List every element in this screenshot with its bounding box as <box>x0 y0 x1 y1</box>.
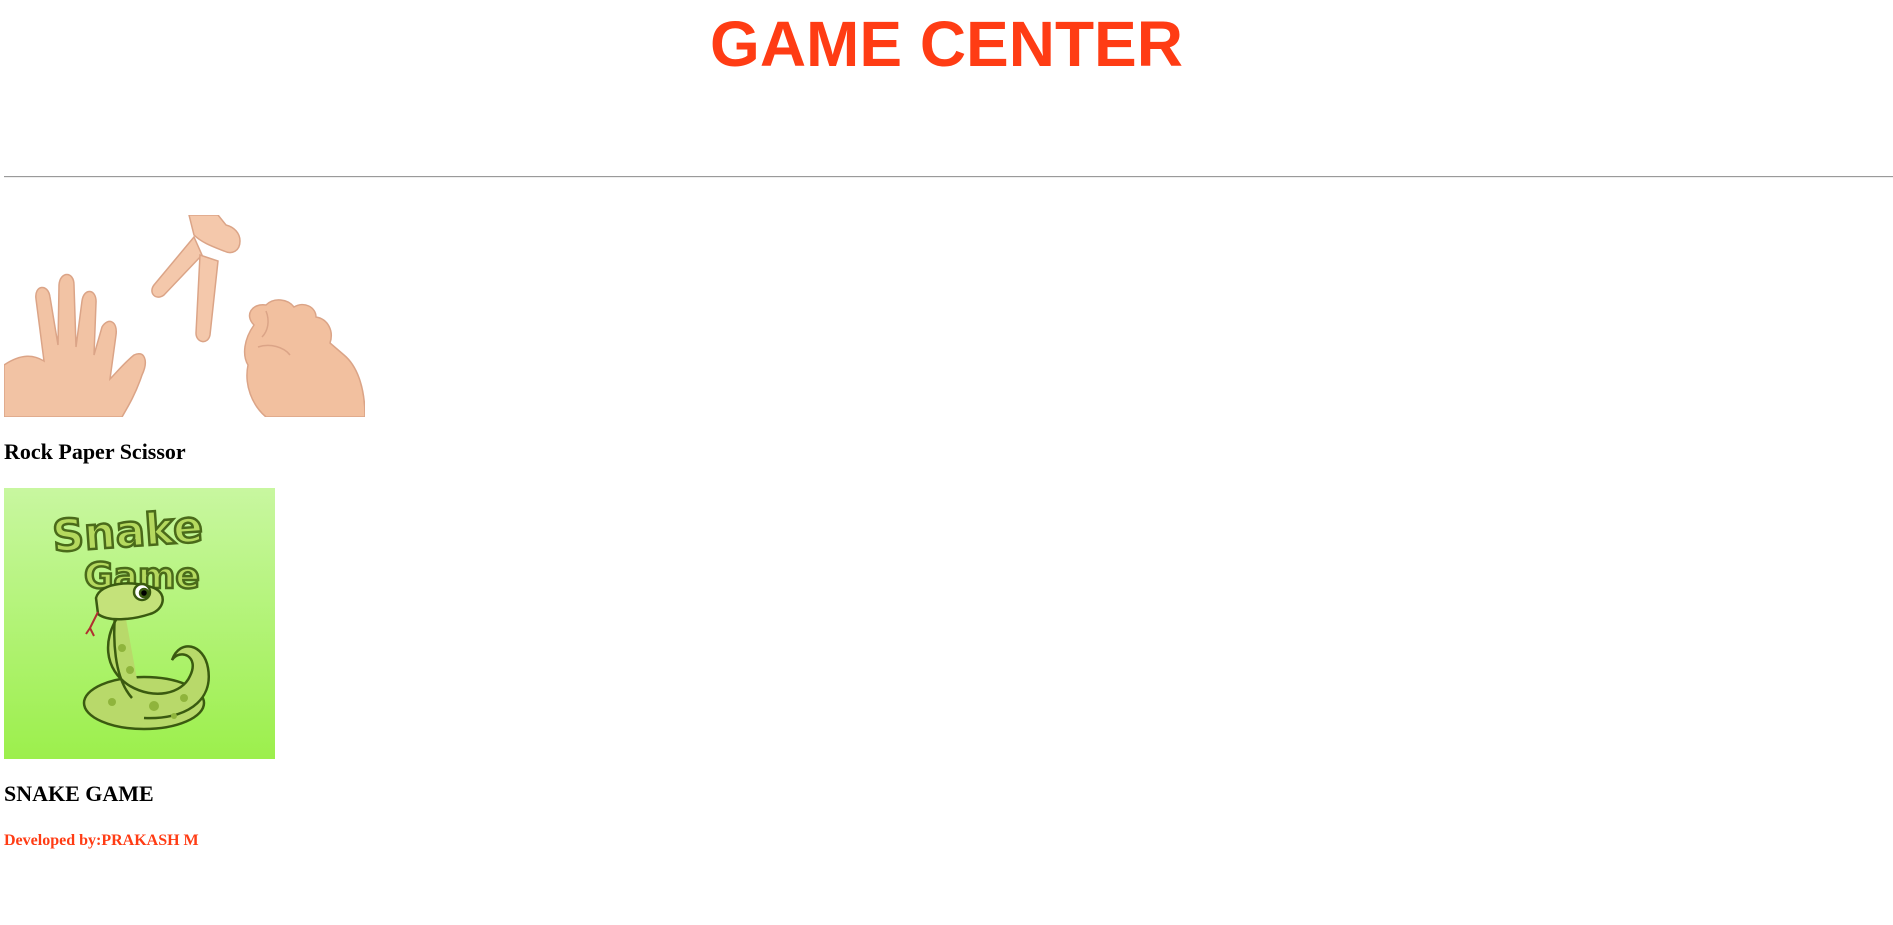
snake-game-image[interactable]: Snake Game <box>4 488 275 759</box>
header-divider <box>4 176 1893 178</box>
rock-paper-scissor-image[interactable] <box>4 215 365 417</box>
game-card-snake-game[interactable]: Snake Game SNAKE GAME <box>4 488 275 807</box>
svg-text:Snake: Snake <box>51 501 205 562</box>
page-title: GAME CENTER <box>710 8 1183 80</box>
developer-credit: Developed by:PRAKASH M <box>4 832 199 849</box>
game-label-snake-game[interactable]: SNAKE GAME <box>4 781 275 807</box>
game-label-rock-paper-scissor[interactable]: Rock Paper Scissor <box>4 439 365 465</box>
game-card-rock-paper-scissor[interactable]: Rock Paper Scissor <box>4 215 365 465</box>
